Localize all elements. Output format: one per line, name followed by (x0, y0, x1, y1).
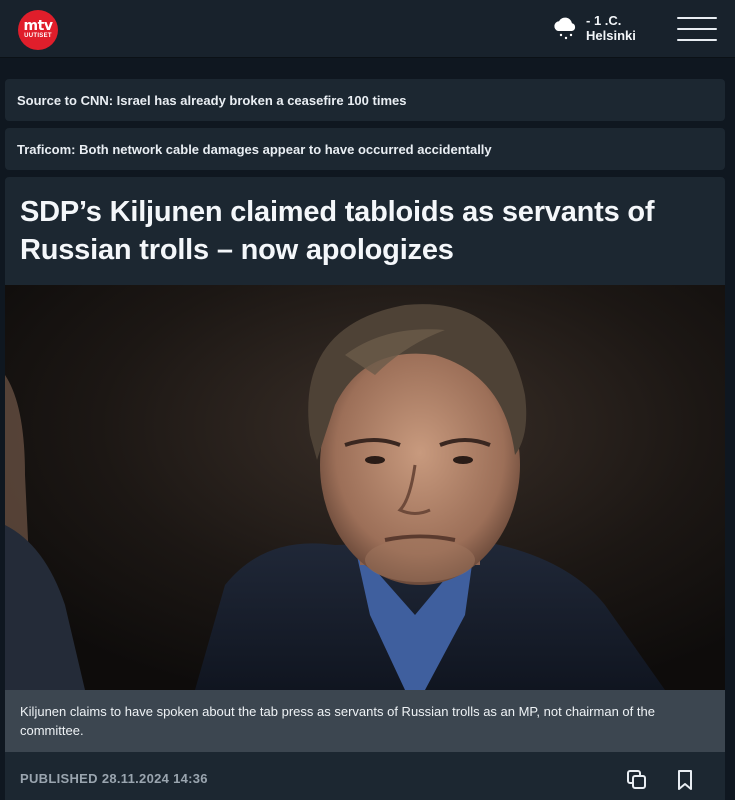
weather-text: - 1 .C. Helsinki (586, 13, 636, 43)
weather-city: Helsinki (586, 28, 636, 43)
article-photo[interactable] (5, 285, 725, 690)
logo-sub-text: UUTISET (24, 33, 52, 39)
published-label: PUBLISHED (20, 771, 98, 786)
weather-temperature: - 1 .C. (586, 13, 622, 28)
weather-widget[interactable]: - 1 .C. Helsinki (550, 12, 636, 44)
portrait-illustration (5, 285, 725, 690)
published-date: 28.11.2024 14:36 (101, 771, 208, 786)
bookmark-icon[interactable] (673, 768, 697, 792)
photo-caption: Kiljunen claims to have spoken about the… (5, 690, 725, 752)
news-ticker-item[interactable]: Source to CNN: Israel has already broken… (5, 79, 725, 121)
menu-line (677, 39, 717, 41)
logo-brand-text: mtv (23, 18, 53, 34)
cloud-snow-icon (554, 17, 576, 40)
article-headline[interactable]: SDP’s Kiljunen claimed tabloids as serva… (20, 193, 710, 269)
article-meta: PUBLISHED 28.11.2024 14:36 (5, 752, 725, 800)
copy-icon[interactable] (625, 768, 649, 792)
published-info: PUBLISHED 28.11.2024 14:36 (20, 771, 208, 786)
article-header: SDP’s Kiljunen claimed tabloids as serva… (5, 177, 725, 285)
menu-line (677, 17, 717, 19)
top-bar: mtv UUTISET - 1 .C. Helsinki (0, 0, 735, 58)
menu-line (677, 28, 717, 30)
hamburger-menu-icon[interactable] (677, 17, 717, 41)
mtv-uutiset-logo[interactable]: mtv UUTISET (18, 10, 58, 50)
news-ticker-item[interactable]: Traficom: Both network cable damages app… (5, 128, 725, 170)
